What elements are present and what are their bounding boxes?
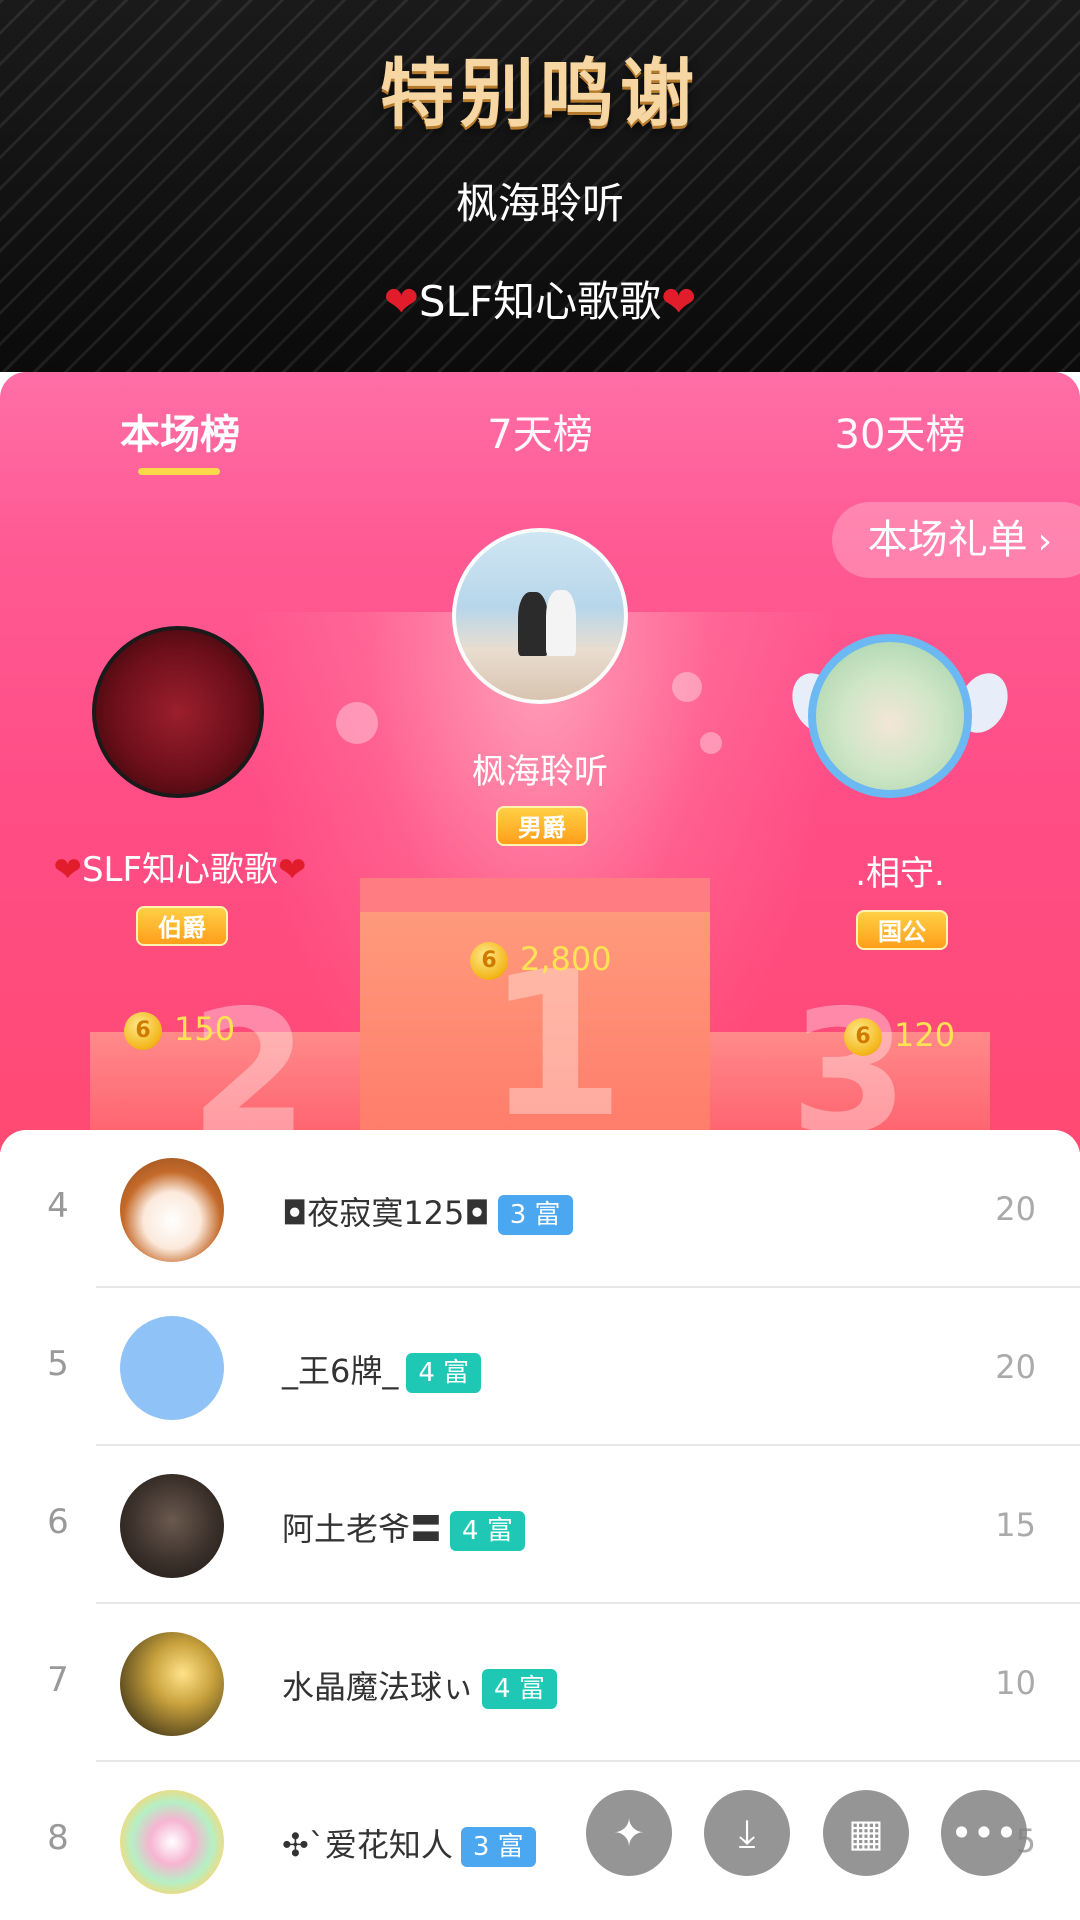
third-place-coin-value: 120 [894, 1016, 956, 1054]
avatar[interactable] [120, 1790, 224, 1894]
wealth-badge: 4 富 [450, 1511, 525, 1551]
user-name: 阿土老爷〓 4 富 [282, 1504, 525, 1551]
page-title: 特别鸣谢 [380, 51, 700, 137]
list-item[interactable]: 4 ◘夜寂寞125◘ 3 富 20 [0, 1130, 1080, 1288]
download-button[interactable]: ⤓ [704, 1790, 790, 1876]
leaderboard-tabs: 本场榜 7天榜 30天榜 [0, 372, 1080, 500]
heart-icon: ❤ [53, 850, 82, 890]
avatar[interactable] [120, 1474, 224, 1578]
user-name: _王6牌_ 4 富 [282, 1346, 482, 1393]
rank-number: 7 [47, 1660, 69, 1700]
user-name: ◘夜寂寞125◘ 3 富 [282, 1188, 573, 1235]
noble-badge-first: 男爵 [496, 806, 588, 846]
podium-number-3: 3 [790, 974, 909, 1152]
noble-badge-second: 伯爵 [136, 906, 228, 946]
thanks-line-2-name: SLF知心歌歌 [418, 277, 662, 326]
rank-number: 6 [47, 1502, 69, 1542]
chevron-right-icon: › [1037, 521, 1052, 562]
active-tab-indicator [138, 468, 220, 475]
podium-first-top [360, 878, 710, 912]
wealth-badge: 4 富 [482, 1669, 557, 1709]
heart-icon: ❤ [383, 277, 419, 326]
thanks-header: 特别鸣谢 枫海聆听 ❤SLF知心歌歌❤ [0, 0, 1080, 372]
avatar[interactable] [120, 1316, 224, 1420]
heart-icon: ❤ [278, 850, 307, 890]
decor-bubble [336, 702, 378, 744]
coin-icon: 6 [844, 1018, 882, 1056]
first-place-coin-value: 2,800 [520, 940, 612, 978]
rank-number: 5 [47, 1344, 69, 1384]
list-item[interactable]: 7 水晶魔法球ぃ 4 富 10 [0, 1604, 1080, 1762]
rank-number: 4 [47, 1186, 69, 1226]
score: 20 [995, 1190, 1036, 1228]
list-item[interactable]: 6 阿土老爷〓 4 富 15 [0, 1446, 1080, 1604]
user-name: 水晶魔法球ぃ 4 富 [282, 1662, 557, 1709]
podium-number-2: 2 [190, 974, 309, 1152]
gift-list-label: 本场礼单 [867, 517, 1028, 563]
more-button[interactable]: ••• [941, 1790, 1027, 1876]
noble-badge-third: 国公 [856, 910, 948, 950]
user-name-text: 水晶魔法球ぃ [282, 1668, 475, 1706]
user-name-text: _王6牌_ [282, 1352, 399, 1390]
share-button[interactable]: ✦ [586, 1790, 672, 1876]
wealth-badge: 3 富 [497, 1195, 573, 1235]
avatar-second[interactable] [92, 626, 264, 798]
rank-number: 8 [47, 1818, 69, 1858]
tab-this-session[interactable]: 本场榜 [50, 402, 310, 460]
user-name: ✣`爱花知人 3 富 [282, 1820, 536, 1867]
tab-7-days[interactable]: 7天榜 [410, 402, 670, 460]
more-icon: ••• [950, 1811, 1018, 1855]
tab-30-days[interactable]: 30天榜 [770, 402, 1030, 460]
score: 20 [995, 1348, 1036, 1386]
avatar[interactable] [120, 1632, 224, 1736]
grid-icon: ▦ [848, 1811, 884, 1855]
apps-button[interactable]: ▦ [823, 1790, 909, 1876]
avatar-figure [546, 590, 576, 656]
wealth-badge: 4 富 [406, 1353, 482, 1393]
avatar-third[interactable] [808, 634, 972, 798]
wealth-badge: 3 富 [460, 1827, 536, 1867]
heart-icon: ❤ [661, 277, 697, 326]
avatar-first[interactable] [452, 528, 628, 704]
third-place-name: .相守. [855, 854, 945, 894]
list-item[interactable]: 8 ✣`爱花知人3 富 5 [0, 1762, 1080, 1920]
first-place-name: 枫海聆听 [472, 752, 608, 792]
coin-icon: 6 [124, 1012, 162, 1050]
coin-icon: 6 [470, 942, 508, 980]
list-item[interactable]: 5 _王6牌_ 4 富 20 [0, 1288, 1080, 1446]
share-icon: ✦ [613, 1811, 645, 1855]
score: 15 [995, 1506, 1036, 1544]
first-place-coins: 6 2,800 [470, 940, 612, 980]
user-name-text: ✣`爱花知人 [282, 1826, 453, 1864]
gift-list-button[interactable]: 本场礼单 › [831, 502, 1080, 578]
third-place-coins: 6 120 [844, 1016, 955, 1056]
thanks-line-2: ❤SLF知心歌歌❤ [0, 268, 1080, 329]
user-name-text: ◘夜寂寞125◘ [282, 1194, 490, 1232]
avatar-figure [518, 592, 548, 656]
leaderboard-panel: 本场榜 7天榜 30天榜 本场礼单 › 1 2 3 枫海聆听 ❤SLF知心歌歌❤ … [0, 372, 1080, 1152]
avatar[interactable] [120, 1158, 224, 1262]
second-place-name: ❤SLF知心歌歌❤ [0, 842, 360, 891]
download-icon: ⤓ [738, 1811, 756, 1855]
score: 10 [995, 1664, 1036, 1702]
user-name-text: 阿土老爷〓 [282, 1510, 443, 1548]
decor-bubble [672, 672, 702, 702]
second-place-name-text: SLF知心歌歌 [81, 850, 279, 890]
ranking-list: 4 ◘夜寂寞125◘ 3 富 20 5 _王6牌_ 4 富 20 6 阿土老爷〓 4 … [0, 1130, 1080, 1920]
thanks-line-1: 枫海聆听 [455, 179, 624, 228]
second-place-coins: 6 150 [124, 1010, 235, 1050]
second-place-coin-value: 150 [174, 1010, 236, 1048]
